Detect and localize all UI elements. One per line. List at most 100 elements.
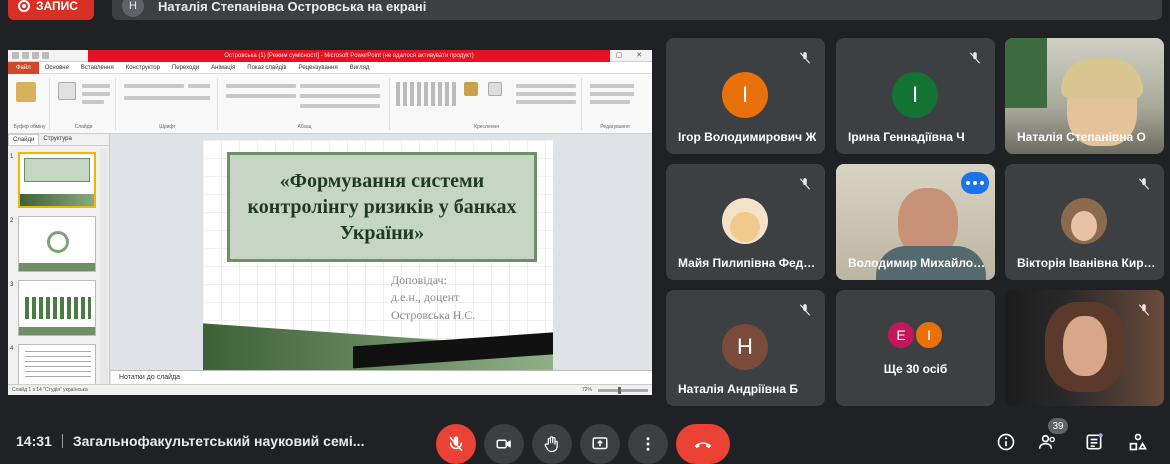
- quick-access-toolbar[interactable]: [12, 52, 60, 59]
- participant-avatar: І: [722, 72, 768, 118]
- notes-pane[interactable]: Нотатки до слайда: [111, 370, 652, 384]
- font-size-box[interactable]: [188, 84, 210, 88]
- ppt-body: Слайди Структура 1 2 3 4 «Формування сис…: [8, 134, 652, 395]
- tab-file[interactable]: Файл: [8, 61, 39, 74]
- camera-toggle-button[interactable]: [484, 424, 524, 464]
- bottom-bar: 14:31 Загальнофакультетський науковий сем…: [0, 418, 1170, 464]
- font-format-buttons[interactable]: [124, 96, 210, 100]
- present-screen-button[interactable]: [580, 424, 620, 464]
- participant-tile-video[interactable]: Наталія Степанівна О: [1005, 38, 1164, 154]
- zoom-slider[interactable]: [598, 386, 648, 394]
- new-slide-icon[interactable]: [58, 82, 76, 100]
- leave-call-button[interactable]: [676, 424, 730, 464]
- participant-tile[interactable]: І Ігор Володимирович Ж: [666, 38, 825, 154]
- tab-design[interactable]: Конструктор: [120, 65, 166, 71]
- participant-name: Ігор Володимирович Ж: [678, 130, 817, 144]
- activities-button[interactable]: [1126, 430, 1150, 454]
- raise-hand-button[interactable]: [532, 424, 572, 464]
- ribbon-line: [300, 94, 380, 98]
- ribbon-line: [82, 84, 110, 88]
- ribbon-group-clipboard: Буфер обміну: [10, 78, 50, 130]
- ribbon-line: [300, 104, 380, 108]
- chat-button[interactable]: [1082, 430, 1106, 454]
- presenting-text: Наталія Степанівна Островська на екрані: [158, 0, 427, 14]
- mic-off-icon: [1132, 298, 1156, 322]
- ribbon-group-editing: Редагування: [584, 78, 646, 130]
- participant-name: Майя Пилипівна Федорова: [678, 256, 818, 270]
- more-options-button[interactable]: [961, 172, 989, 194]
- window-controls[interactable]: – ▢ ✕: [598, 51, 648, 59]
- present-icon: [592, 437, 608, 450]
- thumb-number: 1: [10, 154, 14, 160]
- tab-insert[interactable]: Вставлення: [75, 65, 120, 71]
- more-participants-label: Ще 30 осіб: [883, 362, 948, 376]
- tab-animations[interactable]: Анімація: [205, 65, 241, 71]
- ribbon-group-font: Шрифт: [118, 78, 218, 130]
- zoom-control[interactable]: 72%: [582, 386, 648, 394]
- hand-icon: [544, 436, 558, 453]
- replace-button[interactable]: [590, 92, 634, 96]
- ppt-ribbon-tabs: Файл Основне Вставлення Конструктор Пере…: [8, 61, 652, 74]
- info-icon: [997, 433, 1015, 451]
- arrange-icon[interactable]: [464, 82, 478, 96]
- slide-speaker-block[interactable]: Доповідач: д.е.н., доцент Островська Н.С…: [391, 272, 541, 324]
- people-button[interactable]: [1036, 430, 1060, 454]
- find-button[interactable]: [590, 84, 634, 88]
- font-name-box[interactable]: [124, 84, 184, 88]
- mic-off-icon: [793, 46, 817, 70]
- ribbon-line: [516, 84, 576, 88]
- slide-thumbnail-3[interactable]: [18, 280, 96, 336]
- meeting-details-button[interactable]: [994, 430, 1018, 454]
- slide-thumbnail-2[interactable]: [18, 216, 96, 272]
- slides-panel-scrollbar[interactable]: [100, 148, 108, 392]
- speaker-line: Островська Н.С.: [391, 307, 476, 322]
- participant-tile[interactable]: І Ірина Геннадіївна Ч: [836, 38, 995, 154]
- participant-tile[interactable]: Майя Пилипівна Федорова: [666, 164, 825, 280]
- ribbon-group-slides: Слайди: [52, 78, 116, 130]
- camera-icon: [496, 439, 511, 449]
- ribbon-group-paragraph: Абзац: [220, 78, 390, 130]
- select-button[interactable]: [590, 100, 630, 104]
- slide-title[interactable]: «Формування системи контролінгу ризиків …: [227, 152, 537, 262]
- more-participants-tile[interactable]: Е І Ще 30 осіб: [836, 290, 995, 406]
- tab-review[interactable]: Рецензування: [293, 65, 344, 71]
- meeting-info: 14:31 Загальнофакультетський науковий сем…: [16, 433, 364, 449]
- ribbon-line: [516, 100, 576, 104]
- speaker-line: Доповідач:: [391, 273, 447, 287]
- paste-icon[interactable]: [16, 82, 36, 102]
- mic-off-icon: [1132, 172, 1156, 196]
- slide-thumbnail-1[interactable]: [18, 152, 96, 208]
- tab-transitions[interactable]: Переходи: [166, 65, 205, 71]
- record-label: ЗАПИС: [36, 0, 78, 13]
- mic-toggle-button[interactable]: [436, 424, 476, 464]
- participant-name: Наталія Андріївна Б: [678, 382, 799, 396]
- participant-tile[interactable]: Вікторія Іванівна Кирилова: [1005, 164, 1164, 280]
- tab-outline[interactable]: Структура: [39, 134, 75, 145]
- ribbon-group-label: Редагування: [600, 124, 630, 130]
- participant-avatar-photo: [722, 198, 768, 244]
- current-slide[interactable]: «Формування системи контролінгу ризиків …: [203, 140, 553, 370]
- clock: 14:31: [16, 433, 52, 449]
- ribbon-group-label: Абзац: [297, 124, 312, 130]
- tab-slideshow[interactable]: Показ слайдів: [241, 65, 292, 71]
- participant-avatar-photo: [1061, 198, 1107, 244]
- ribbon-line: [226, 94, 296, 98]
- shapes-gallery[interactable]: [396, 82, 456, 106]
- top-bar: ЗАПИС Н Наталія Степанівна Островська на…: [0, 0, 1170, 22]
- record-indicator[interactable]: ЗАПИС: [8, 0, 94, 20]
- tab-slides[interactable]: Слайди: [8, 134, 40, 145]
- meeting-title[interactable]: Загальнофакультетський науковий семі...: [73, 433, 365, 449]
- more-vert-icon: [646, 437, 650, 451]
- tab-home[interactable]: Основне: [39, 65, 75, 71]
- mic-off-icon: [449, 436, 463, 452]
- presenting-banner: Н Наталія Степанівна Островська на екран…: [112, 0, 1162, 20]
- tab-view[interactable]: Вигляд: [344, 65, 376, 71]
- slides-panel-tabs: Слайди Структура: [8, 134, 109, 146]
- participant-tile-video-active[interactable]: Володимир Михайлович: [836, 164, 995, 280]
- participant-name: Вікторія Іванівна Кирилова: [1017, 256, 1157, 270]
- participant-tile[interactable]: Н Наталія Андріївна Б: [666, 290, 825, 406]
- quick-styles-icon[interactable]: [488, 82, 502, 96]
- record-icon: [18, 0, 30, 12]
- more-options-button[interactable]: [628, 424, 668, 464]
- participant-tile-video[interactable]: [1005, 290, 1164, 406]
